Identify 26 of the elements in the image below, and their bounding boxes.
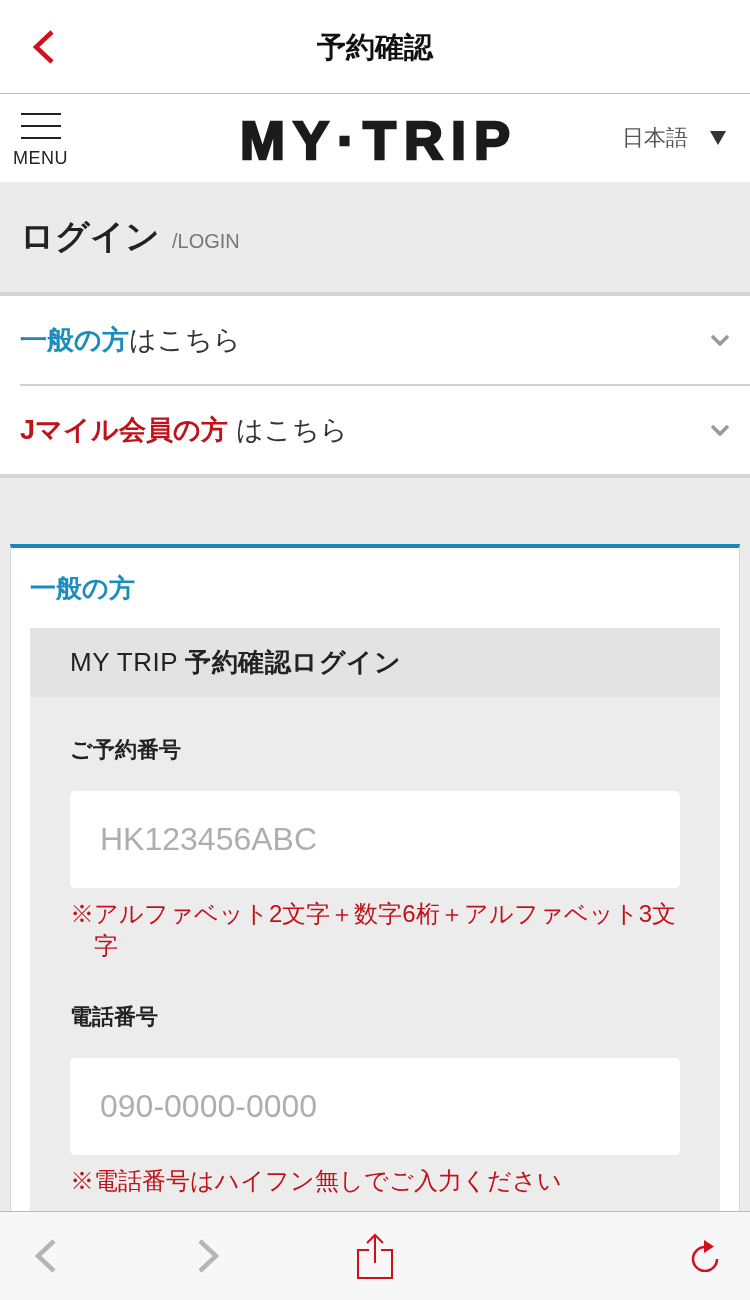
panel-header: MY TRIP 予約確認ログイン [30,628,720,697]
language-selector[interactable]: 日本語 [622,123,726,153]
chevron-left-icon [33,1239,57,1273]
caret-down-icon [710,131,726,145]
chevron-right-icon [197,1239,221,1273]
field-hint: ※電話番号はハイフン無しでご入力ください [70,1166,563,1196]
page-title: ログイン [20,216,160,257]
back-button[interactable] [31,29,55,64]
input-field[interactable]: 090-0000-0000 [70,1058,680,1155]
menu-button[interactable]: MENU [13,113,68,169]
accordion-item[interactable]: 一般の方はこちら [20,296,750,384]
share-button[interactable] [357,1233,393,1279]
share-icon [357,1233,393,1279]
screen-title: 予約確認 [317,29,433,65]
reload-icon [689,1240,721,1272]
field-hint: ※アルファベット2文字＋数字6桁＋アルファベット3文字 [70,899,678,961]
accordion-item[interactable]: Jマイル会員の方 はこちら [20,384,750,474]
field-label: 電話番号 [70,1003,158,1031]
page-subtitle: /LOGIN [172,229,240,254]
menu-icon [20,113,61,139]
reload-button[interactable] [689,1240,721,1272]
chevron-left-icon [31,29,55,64]
input-field[interactable]: HK123456ABC [70,791,680,888]
logo: MY·TRIP [240,113,518,167]
field-label: ご予約番号 [70,736,181,764]
card-title: 一般の方 [30,572,135,605]
